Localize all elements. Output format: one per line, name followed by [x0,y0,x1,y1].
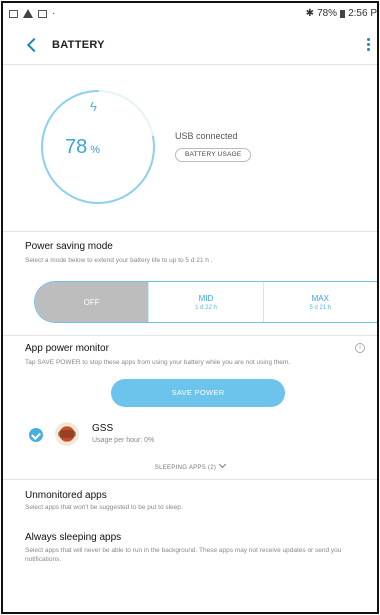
battery-percent-text: 78% [317,8,338,19]
sleeping-apps-expander[interactable]: SLEEPING APPS (2) [3,460,377,471]
unmonitored-apps-row[interactable]: Unmonitored apps Select apps that won't … [3,483,377,519]
app-checkbox[interactable] [29,428,43,442]
app-name: GSS [92,423,114,434]
battery-percentage: 78% [65,136,100,159]
battery-usage-button[interactable]: BATTERY USAGE [175,148,252,162]
mode-mid-button[interactable]: MID 1 d 22 h [149,282,264,322]
power-saving-subtitle: Select a mode below to extend your batte… [25,257,213,264]
clock-text: 2:56 P [348,8,377,19]
unmonitored-apps-title: Unmonitored apps [25,490,107,501]
app-usage: Usage per hour: 0% [92,437,155,444]
divider [3,479,377,480]
always-sleeping-apps-title: Always sleeping apps [25,532,122,543]
back-arrow-icon[interactable] [25,36,41,54]
warning-notification-icon [23,9,33,18]
power-saving-mode-row[interactable]: Power saving mode Select a mode below to… [3,235,377,271]
battery-percentage-value: 78 [65,136,88,158]
always-sleeping-apps-subtitle: Select apps that will never be able to r… [25,547,342,563]
charging-bolt-icon: ϟ [90,99,97,114]
power-saving-title: Power saving mode [25,241,113,252]
app-bar: BATTERY [3,28,377,64]
screen: · ✱ 78% 2:56 P BATTERY ϟ 78% USB connect… [1,1,379,614]
power-mode-selector: OFF MID 1 d 22 h MAX 5 d 21 h [34,281,377,323]
battery-icon [340,9,346,18]
image-notification-icon [9,9,18,18]
always-sleeping-apps-row[interactable]: Always sleeping apps Select apps that wi… [3,525,377,573]
sleeping-apps-label: SLEEPING APPS (2) [154,465,217,471]
usb-connected-text: USB connected [175,131,238,141]
page-title: BATTERY [52,39,105,51]
gss-app-icon [55,422,79,446]
info-icon[interactable]: i [355,343,365,353]
mode-label: OFF [83,297,100,307]
battery-percentage-unit: % [90,144,101,156]
more-notifications-dot: · [52,8,56,19]
divider [3,335,377,336]
mode-max-button[interactable]: MAX 5 d 21 h [264,282,377,322]
chevron-down-icon [219,460,227,469]
unmonitored-apps-subtitle: Select apps that won't be suggested to b… [25,504,183,511]
divider [3,64,377,65]
divider [3,231,377,232]
mode-duration: 1 d 22 h [195,304,217,311]
mode-label: MID [198,293,214,303]
status-bar: · ✱ 78% 2:56 P [3,3,377,25]
more-options-icon[interactable] [365,38,371,54]
mode-duration: 5 d 21 h [309,304,332,311]
mode-off-button[interactable]: OFF [35,282,150,322]
app-power-monitor-subtitle: Tap SAVE POWER to stop these apps from u… [25,359,291,366]
app-power-monitor-title: App power monitor [25,343,109,354]
screenshot-notification-icon [38,9,47,18]
save-power-button[interactable]: SAVE POWER [111,379,285,407]
mode-label: MAX [311,293,329,303]
bluetooth-icon: ✱ [305,8,315,19]
